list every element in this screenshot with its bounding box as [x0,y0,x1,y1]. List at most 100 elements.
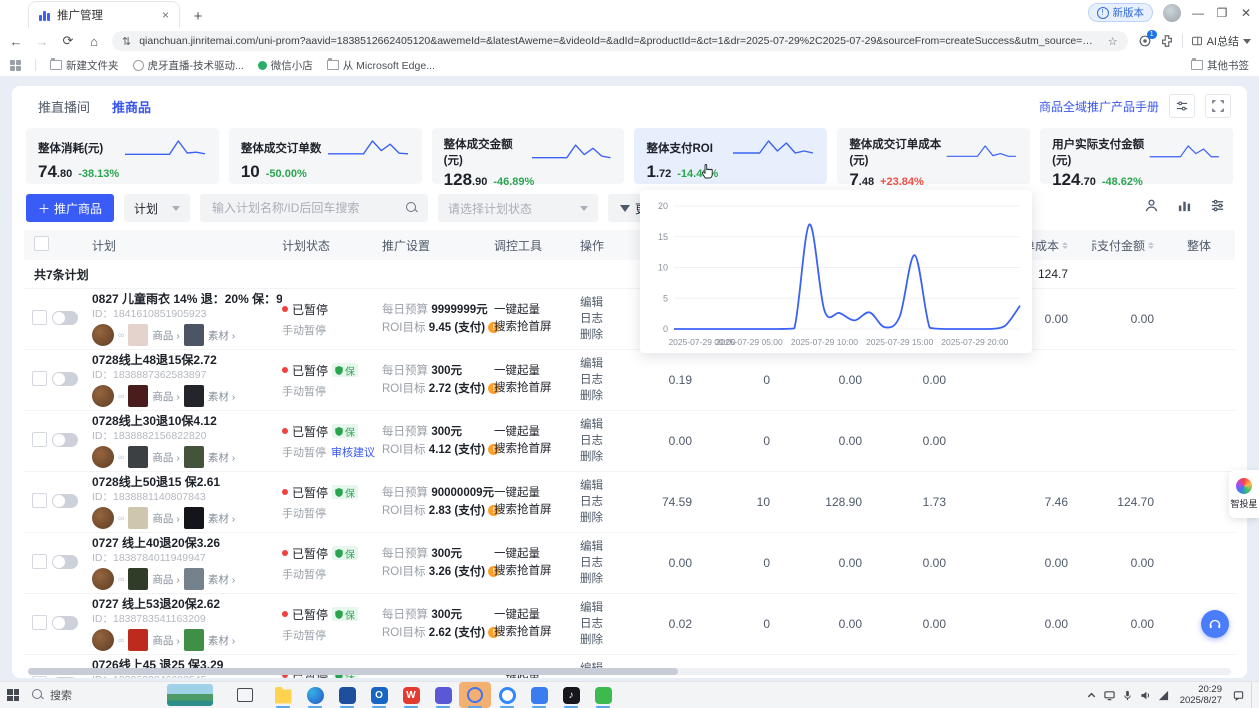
search-input[interactable] [210,200,406,216]
horizontal-scrollbar[interactable] [28,668,1231,675]
material-link[interactable]: 素材 [208,633,235,648]
row-toggle[interactable] [52,616,78,630]
tab-close-icon[interactable]: × [162,8,169,22]
edit-link[interactable]: 编辑 [580,478,628,494]
log-link[interactable]: 日志 [580,311,628,327]
search-topview-link[interactable]: 搜索抢首屏 [494,624,580,641]
row-checkbox[interactable] [32,554,47,569]
delete-link[interactable]: 删除 [580,510,628,526]
profile-avatar[interactable] [1163,4,1181,22]
ai-summary-button[interactable]: AI总结 [1191,33,1251,49]
delete-link[interactable]: 删除 [580,571,628,587]
plan-title[interactable]: 0727 线上53退20保2.62 [92,597,282,612]
task-view-icon[interactable] [237,688,253,702]
bookmark-item[interactable]: 微信小店 [258,58,313,73]
log-link[interactable]: 日志 [580,494,628,510]
row-checkbox[interactable] [32,615,47,630]
extensions-puzzle-icon[interactable] [1160,34,1174,48]
stat-card[interactable]: 用户实际支付金额(元) 124.70 -48.62% [1040,128,1233,184]
row-toggle[interactable] [52,433,78,447]
row-checkbox[interactable] [32,371,47,386]
taskbar-app-file-explorer[interactable] [267,682,299,708]
taskbar-app-app-indigo[interactable] [427,682,459,708]
delete-link[interactable]: 删除 [580,388,628,404]
one-click-boost-link[interactable]: 一键起量 [494,363,580,380]
network-icon[interactable] [1158,690,1169,701]
taskbar-app-douyin[interactable]: ♪ [555,682,587,708]
log-link[interactable]: 日志 [580,433,628,449]
scrollbar-thumb[interactable] [28,668,678,675]
edit-link[interactable]: 编辑 [580,356,628,372]
search-icon[interactable] [406,202,418,214]
support-fab[interactable] [1201,610,1229,638]
plan-title[interactable]: 0727 线上40退20保3.26 [92,536,282,551]
weather-widget[interactable] [167,684,213,706]
tab-products[interactable]: 推商品 [112,97,151,116]
stat-card[interactable]: 整体成交金额(元) 128.90 -46.89% [432,128,625,184]
product-link[interactable]: 商品 [152,328,179,343]
edit-link[interactable]: 编辑 [580,295,628,311]
bookmark-item[interactable]: 新建文件夹 [50,58,119,73]
zhitouxing-widget[interactable]: 智投星 [1229,470,1259,518]
log-link[interactable]: 日志 [580,555,628,571]
stat-card[interactable]: 整体消耗(元) 74.80 -38.13% [26,128,219,184]
one-click-boost-link[interactable]: 一键起量 [494,546,580,563]
settings-sliders-icon[interactable] [1169,94,1195,118]
col-status[interactable]: 计划状态 [282,237,382,254]
account-icon[interactable] [1144,198,1159,218]
search-topview-link[interactable]: 搜索抢首屏 [494,380,580,397]
plan-title[interactable]: 0728线上30退10保4.12 [92,414,282,429]
tab-live-room[interactable]: 推直播间 [38,97,90,116]
fullscreen-icon[interactable] [1205,94,1231,118]
select-all-checkbox[interactable] [34,236,49,251]
taskbar-app-edge[interactable] [299,682,331,708]
product-link[interactable]: 商品 [152,572,179,587]
taskbar-app-app-circle-blue[interactable] [491,682,523,708]
delete-link[interactable]: 删除 [580,327,628,343]
search-topview-link[interactable]: 搜索抢首屏 [494,563,580,580]
taskbar-app-qianchuan[interactable] [459,682,491,708]
minimize-button[interactable]: — [1191,6,1205,20]
log-link[interactable]: 日志 [580,616,628,632]
row-toggle[interactable] [52,311,78,325]
one-click-boost-link[interactable]: 一键起量 [494,607,580,624]
maximize-button[interactable]: ❐ [1215,6,1229,20]
plan-title[interactable]: 0728线上48退15保2.72 [92,353,282,368]
url-text[interactable]: qianchuan.jinritemai.com/uni-prom?aavid=… [139,35,1100,47]
other-bookmarks[interactable]: 其他书签 [1191,58,1249,73]
row-checkbox[interactable] [32,310,47,325]
row-checkbox[interactable] [32,676,47,678]
chart-columns-icon[interactable] [1177,198,1192,218]
bookmark-item[interactable]: 虎牙直播-技术驱动... [133,58,244,73]
status-select[interactable]: 请选择计划状态 [438,194,598,222]
create-promotion-button[interactable]: ＋ 推广商品 [26,194,114,222]
row-checkbox[interactable] [32,493,47,508]
volume-icon[interactable] [1140,690,1151,701]
product-link[interactable]: 商品 [152,389,179,404]
one-click-boost-link[interactable]: 一键起量 [494,424,580,441]
edit-link[interactable]: 编辑 [580,417,628,433]
close-button[interactable]: ✕ [1239,6,1253,20]
show-desktop-strip[interactable] [1251,682,1255,708]
extension-icon[interactable]: 1 [1138,34,1152,48]
stat-card[interactable]: 整体成交订单数 10 -50.00% [229,128,422,184]
taskbar-search[interactable]: 搜索 [26,682,137,708]
col-plan[interactable]: 计划 [92,237,282,254]
log-link[interactable]: 日志 [580,372,628,388]
reload-icon[interactable]: ⟳ [60,33,76,49]
bookmark-star-icon[interactable]: ☆ [1108,35,1118,48]
product-link[interactable]: 商品 [152,450,179,465]
delete-link[interactable]: 删除 [580,449,628,465]
mic-icon[interactable] [1122,690,1133,701]
row-toggle[interactable] [52,372,78,386]
material-link[interactable]: 素材 [208,572,235,587]
product-link[interactable]: 商品 [152,511,179,526]
search-topview-link[interactable]: 搜索抢首屏 [494,502,580,519]
review-link[interactable]: 审核建议 [331,444,375,460]
row-toggle[interactable] [52,555,78,569]
notification-icon[interactable] [1233,690,1244,701]
manual-link[interactable]: 商品全域推广产品手册 [1039,98,1159,115]
start-button[interactable] [0,682,26,708]
product-link[interactable]: 商品 [152,633,179,648]
row-toggle[interactable] [52,677,78,679]
